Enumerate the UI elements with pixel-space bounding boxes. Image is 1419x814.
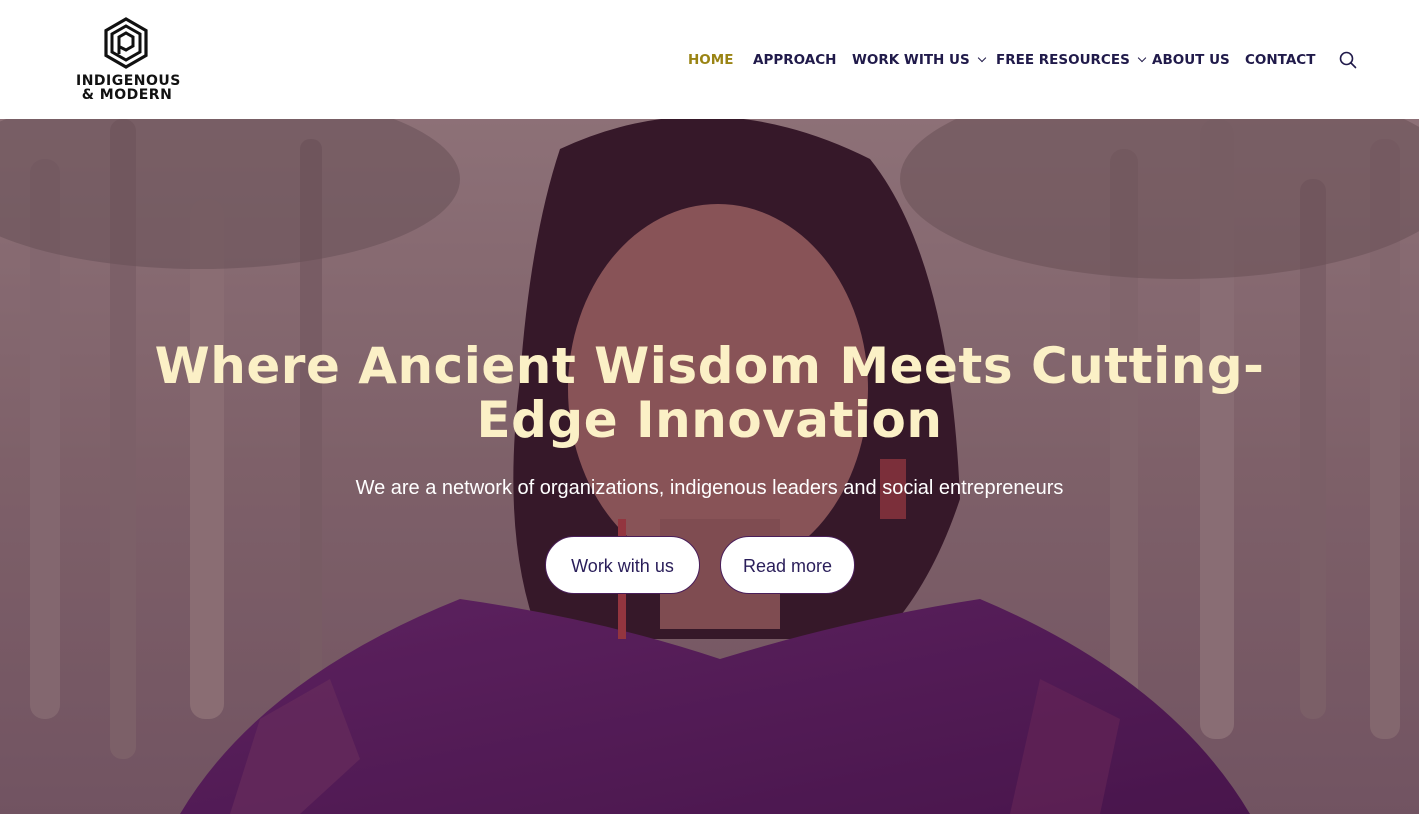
nav-item-home[interactable]: HOME — [688, 49, 733, 71]
search-icon — [1339, 51, 1357, 69]
hero-overlay — [0, 119, 1419, 814]
nav-item-label: HOME — [688, 52, 734, 68]
site-header: INDIGENOUS & MODERN HOME APPROACH WORK W… — [0, 0, 1419, 119]
nav-item-about-us[interactable]: ABOUT US — [1152, 49, 1230, 71]
nav-item-label: APPROACH — [753, 52, 837, 68]
chevron-down-icon — [977, 53, 986, 63]
nav-item-label: WORK WITH US — [852, 52, 970, 68]
site-logo[interactable]: INDIGENOUS & MODERN — [76, 17, 180, 103]
nav-item-label: ABOUT US — [1152, 52, 1230, 68]
work-with-us-button[interactable]: Work with us — [545, 536, 700, 594]
hero-subtitle: We are a network of organizations, indig… — [355, 477, 1064, 499]
search-button[interactable] — [1338, 50, 1358, 70]
hero-section: Where Ancient Wisdom Meets Cutting-Edge … — [0, 119, 1419, 814]
logo-text-line2: & MODERN — [81, 87, 173, 103]
nav-item-contact[interactable]: CONTACT — [1245, 49, 1315, 71]
nav-item-label: CONTACT — [1245, 52, 1316, 68]
nav-item-work-with-us[interactable]: WORK WITH US — [852, 49, 986, 71]
chevron-down-icon — [1137, 53, 1147, 63]
hero-title: Where Ancient Wisdom Meets Cutting-Edge … — [154, 337, 1265, 449]
hexagon-logo-icon — [104, 17, 148, 69]
nav-item-approach[interactable]: APPROACH — [753, 49, 836, 71]
nav-item-free-resources[interactable]: FREE RESOURCES — [996, 49, 1147, 71]
read-more-button[interactable]: Read more — [720, 536, 855, 594]
nav-item-label: FREE RESOURCES — [996, 52, 1130, 68]
